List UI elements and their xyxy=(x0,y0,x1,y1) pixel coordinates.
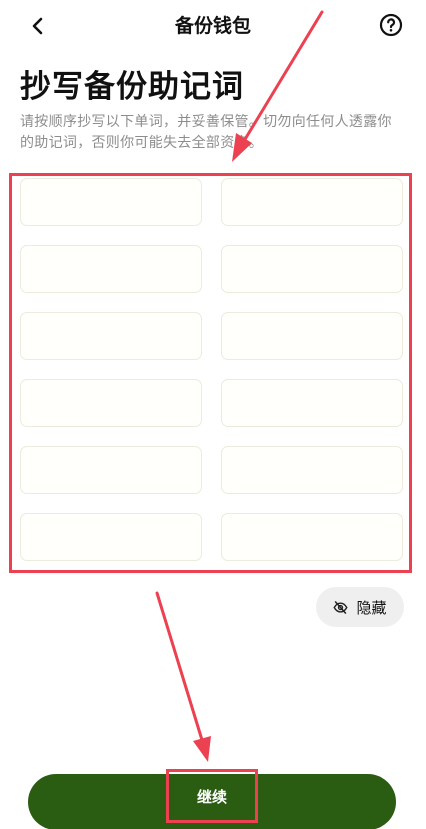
annotation-arrow-line xyxy=(155,591,204,742)
header-bar: 备份钱包 xyxy=(0,0,426,52)
mnemonic-word-cell xyxy=(221,446,403,494)
mnemonic-word-cell xyxy=(20,379,202,427)
mnemonic-word-cell xyxy=(221,312,403,360)
hide-button-label: 隐藏 xyxy=(356,598,387,617)
hide-mnemonic-button[interactable]: 隐藏 xyxy=(316,587,404,627)
page-title: 抄写备份助记词 xyxy=(20,69,244,105)
mnemonic-word-cell xyxy=(221,245,403,293)
warning-text: 请按顺序抄写以下单词，并妥善保管。切勿向任何人透露你的助记词，否则你可能失去全部… xyxy=(20,114,392,151)
mnemonic-word-cell xyxy=(20,446,202,494)
mnemonic-word-cell xyxy=(20,178,202,226)
mnemonic-word-cell xyxy=(20,245,202,293)
header-title: 备份钱包 xyxy=(174,15,251,37)
question-circle-icon xyxy=(379,13,403,37)
mnemonic-word-cell xyxy=(221,513,403,561)
mnemonic-word-cell xyxy=(20,513,202,561)
continue-button-label: 继续 xyxy=(166,769,258,823)
eye-off-icon xyxy=(333,600,349,614)
mnemonic-word-cell xyxy=(221,178,403,226)
annotation-arrowhead xyxy=(193,736,211,762)
help-button[interactable] xyxy=(378,12,404,38)
mnemonic-word-cell xyxy=(221,379,403,427)
mnemonic-word-cell xyxy=(20,312,202,360)
